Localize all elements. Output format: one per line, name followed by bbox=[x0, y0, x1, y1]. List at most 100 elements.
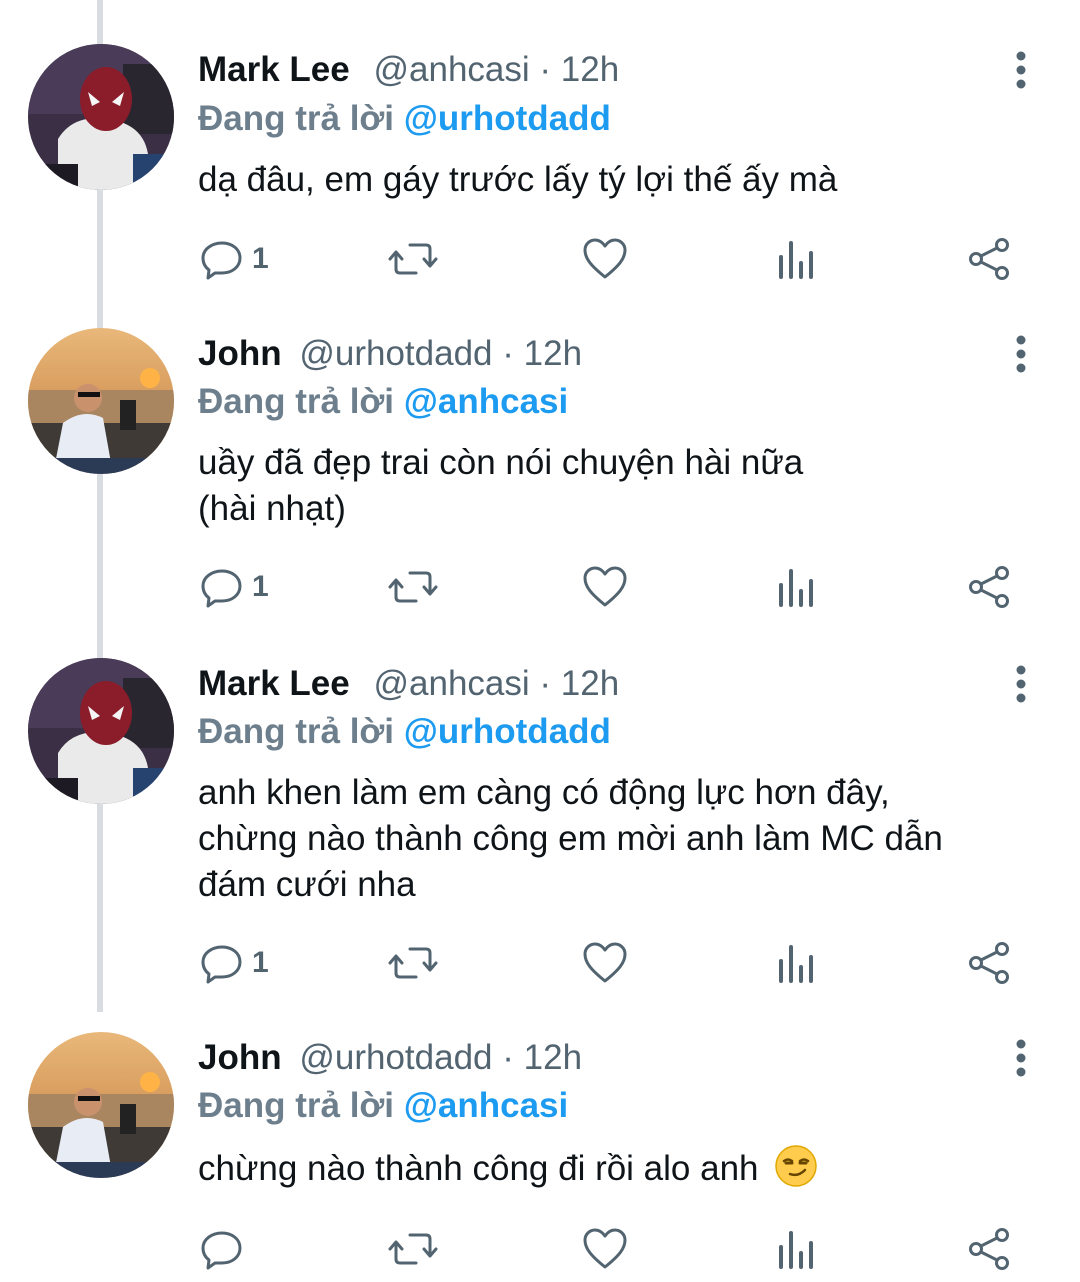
views-icon bbox=[779, 1231, 813, 1269]
replying-label: Đang trả lời bbox=[198, 712, 395, 751]
retweet-button[interactable] bbox=[388, 562, 438, 612]
timestamp[interactable]: 12h bbox=[524, 334, 582, 373]
reply-button[interactable]: 1 bbox=[200, 938, 269, 988]
timestamp[interactable]: 12h bbox=[524, 1038, 582, 1077]
tweet[interactable]: John @urhotdadd · 12h Đang trả lời @anhc… bbox=[0, 1014, 1080, 1282]
share-icon bbox=[969, 1228, 1009, 1270]
share-button[interactable] bbox=[966, 234, 1012, 284]
tweet-actions: 1 bbox=[0, 234, 1080, 284]
tweet-text-line: chừng nào thành công đi rồi alo anh bbox=[198, 1149, 759, 1188]
tweet-actions: 1 bbox=[0, 562, 1080, 612]
mention-link[interactable]: @anhcasi bbox=[404, 1086, 568, 1125]
share-button[interactable] bbox=[966, 1224, 1012, 1274]
share-icon bbox=[969, 238, 1009, 280]
mention-link[interactable]: @urhotdadd bbox=[404, 99, 611, 138]
replying-to: Đang trả lời @anhcasi bbox=[198, 1086, 568, 1126]
separator-dot: · bbox=[502, 1038, 514, 1077]
like-icon bbox=[583, 942, 627, 983]
replying-label: Đang trả lời bbox=[198, 99, 395, 138]
more-vertical-icon bbox=[1016, 51, 1026, 89]
author-name[interactable]: John bbox=[198, 334, 282, 373]
replying-label: Đang trả lời bbox=[198, 382, 395, 421]
tweet-header: John @urhotdadd · 12h bbox=[198, 334, 582, 374]
author-handle[interactable]: @anhcasi bbox=[373, 664, 529, 703]
tweet-actions: 1 bbox=[0, 938, 1080, 988]
replying-to: Đang trả lời @anhcasi bbox=[198, 382, 568, 422]
separator-dot: · bbox=[539, 664, 552, 703]
like-icon bbox=[583, 1228, 627, 1269]
replying-to: Đang trả lời @urhotdadd bbox=[198, 99, 611, 139]
tweet-header: Mark Lee @anhcasi · 12h bbox=[198, 50, 619, 90]
more-button[interactable] bbox=[1008, 334, 1034, 374]
tweet-text-line: dạ đâu, em gáy trước lấy tý lợi thế ấy m… bbox=[198, 160, 838, 199]
avatar[interactable] bbox=[28, 328, 174, 474]
reply-icon bbox=[201, 945, 242, 984]
tweet-text-line: chừng nào thành công em mời anh làm MC d… bbox=[198, 819, 943, 858]
mention-link[interactable]: @urhotdadd bbox=[404, 712, 611, 751]
reply-button[interactable] bbox=[200, 1224, 252, 1274]
like-icon bbox=[583, 238, 627, 279]
mention-link[interactable]: @anhcasi bbox=[404, 382, 568, 421]
tweet-header: Mark Lee @anhcasi · 12h bbox=[198, 664, 619, 704]
views-button[interactable] bbox=[776, 1224, 816, 1274]
tweet[interactable]: Mark Lee @anhcasi · 12h Đang trả lời @ur… bbox=[0, 0, 1080, 312]
share-button[interactable] bbox=[966, 938, 1012, 988]
tweet[interactable]: Mark Lee @anhcasi · 12h Đang trả lời @ur… bbox=[0, 642, 1080, 1014]
more-vertical-icon bbox=[1016, 665, 1026, 703]
share-icon bbox=[969, 566, 1009, 608]
tweet-actions bbox=[0, 1224, 1080, 1274]
separator-dot: · bbox=[539, 50, 552, 89]
like-icon bbox=[583, 566, 627, 607]
replying-label: Đang trả lời bbox=[198, 1086, 395, 1125]
reply-icon bbox=[201, 569, 242, 608]
author-name[interactable]: Mark Lee bbox=[198, 664, 350, 703]
reply-count: 1 bbox=[252, 242, 269, 275]
reply-button[interactable]: 1 bbox=[200, 562, 269, 612]
more-button[interactable] bbox=[1008, 50, 1034, 90]
author-handle[interactable]: @urhotdadd bbox=[299, 1038, 492, 1077]
tweet-text-line: uầy đã đẹp trai còn nói chuyện hài nữa bbox=[198, 443, 804, 482]
author-handle[interactable]: @urhotdadd bbox=[299, 334, 492, 373]
reply-icon bbox=[201, 1231, 242, 1270]
views-icon bbox=[779, 945, 813, 983]
views-icon bbox=[779, 241, 813, 279]
reply-icon bbox=[201, 241, 242, 280]
avatar[interactable] bbox=[28, 1032, 174, 1178]
timestamp[interactable]: 12h bbox=[561, 50, 619, 89]
author-name[interactable]: John bbox=[198, 1038, 282, 1077]
retweet-button[interactable] bbox=[388, 1224, 438, 1274]
smirking-face-emoji bbox=[775, 1145, 817, 1187]
retweet-icon bbox=[388, 1233, 438, 1265]
like-button[interactable] bbox=[582, 938, 628, 988]
more-button[interactable] bbox=[1008, 1038, 1034, 1078]
share-button[interactable] bbox=[966, 562, 1012, 612]
avatar[interactable] bbox=[28, 658, 174, 804]
like-button[interactable] bbox=[582, 562, 628, 612]
reply-count: 1 bbox=[252, 570, 269, 603]
retweet-button[interactable] bbox=[388, 938, 438, 988]
tweet-text: dạ đâu, em gáy trước lấy tý lợi thế ấy m… bbox=[198, 157, 1038, 203]
retweet-button[interactable] bbox=[388, 234, 438, 284]
tweet-text-line: anh khen làm em càng có động lực hơn đây… bbox=[198, 773, 890, 812]
reply-button[interactable]: 1 bbox=[200, 234, 269, 284]
tweet-header: John @urhotdadd · 12h bbox=[198, 1038, 582, 1078]
avatar[interactable] bbox=[28, 44, 174, 190]
tweet-text: chừng nào thành công đi rồi alo anh bbox=[198, 1144, 1038, 1192]
views-button[interactable] bbox=[776, 234, 816, 284]
author-name[interactable]: Mark Lee bbox=[198, 50, 350, 89]
like-button[interactable] bbox=[582, 234, 628, 284]
tweet-text: anh khen làm em càng có động lực hơn đây… bbox=[198, 770, 1038, 908]
like-button[interactable] bbox=[582, 1224, 628, 1274]
tweet-text-line: (hài nhạt) bbox=[198, 489, 346, 528]
author-handle[interactable]: @anhcasi bbox=[373, 50, 529, 89]
views-button[interactable] bbox=[776, 938, 816, 988]
views-icon bbox=[779, 569, 813, 607]
tweet-text-line: đám cưới nha bbox=[198, 865, 416, 904]
tweet-text: uầy đã đẹp trai còn nói chuyện hài nữa (… bbox=[198, 440, 1038, 532]
views-button[interactable] bbox=[776, 562, 816, 612]
timestamp[interactable]: 12h bbox=[561, 664, 619, 703]
retweet-icon bbox=[388, 243, 438, 275]
retweet-icon bbox=[388, 571, 438, 603]
tweet[interactable]: John @urhotdadd · 12h Đang trả lời @anhc… bbox=[0, 312, 1080, 642]
more-button[interactable] bbox=[1008, 664, 1034, 704]
